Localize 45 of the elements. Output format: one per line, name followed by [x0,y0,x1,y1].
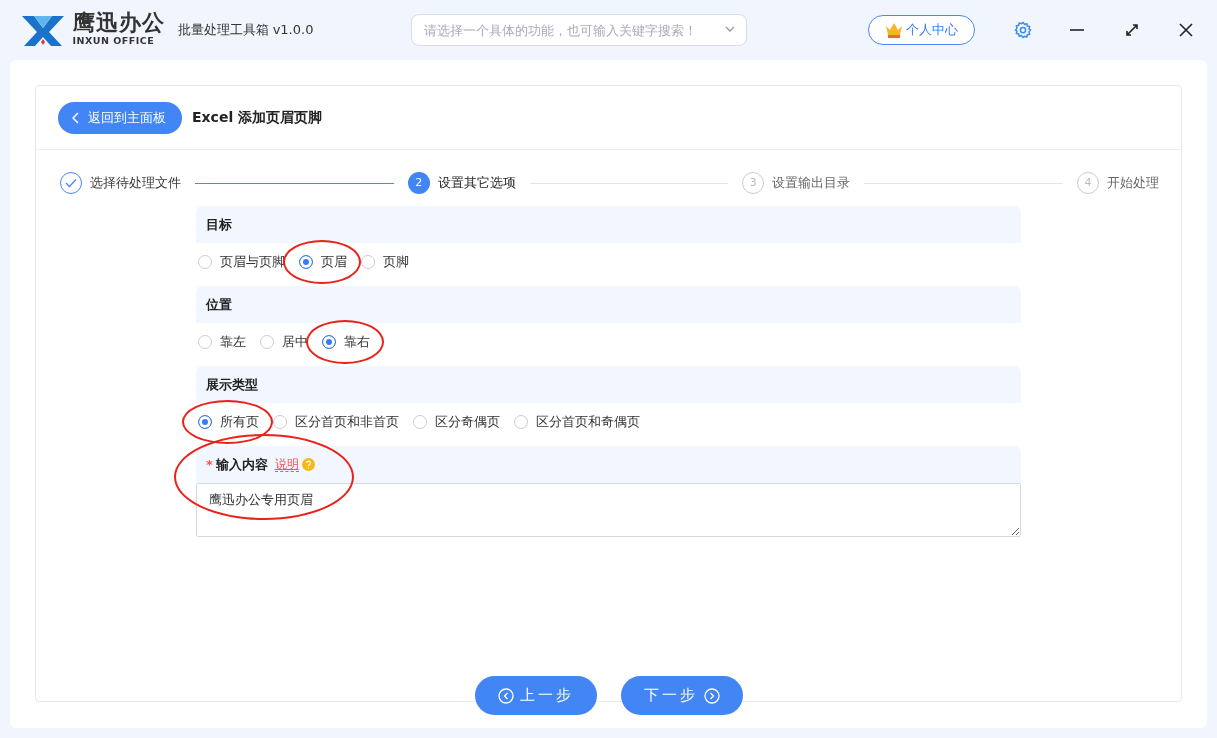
crown-icon [884,22,903,38]
radio-button[interactable] [260,335,274,349]
section-title: 输入内容 [216,455,269,474]
radio-option[interactable]: 页眉与页脚 [198,252,285,272]
app-title: 批量处理工具箱 v1.0.0 [177,21,314,40]
previous-step-button[interactable]: 上一步 [474,676,597,715]
next-step-button[interactable]: 下一步 [620,676,743,715]
brand-subtitle: INXUN OFFICE [72,34,156,48]
step-label: 开始处理 [1107,174,1159,193]
chevron-left-icon [72,111,80,124]
radio-button[interactable] [273,415,287,429]
step-label: 选择待处理文件 [90,174,181,193]
circle-chevron-left-icon [497,687,514,704]
radio-button[interactable] [413,415,427,429]
section-title: 目标 [206,215,232,234]
radio-button[interactable] [361,255,375,269]
step-number: 2 [407,172,430,194]
required-asterisk: * [206,455,213,474]
user-center-button[interactable]: 个人中心 [867,15,975,45]
brand-name: 鹰迅办公 [72,11,165,34]
radio-button[interactable] [299,255,313,269]
radio-option[interactable]: 靠右 [322,332,370,352]
step-label: 设置其它选项 [437,174,516,193]
radio-option[interactable]: 页眉 [299,252,347,272]
section-title: 位置 [206,295,232,314]
text-input-field[interactable]: 鹰迅办公专用页眉 [196,483,1021,537]
page-title: Excel 添加页眉页脚 [192,108,323,127]
radio-option[interactable]: 页脚 [361,252,409,272]
step-label: 设置输出目录 [772,174,851,193]
radio-button[interactable] [198,335,212,349]
radio-option[interactable]: 区分奇偶页 [413,412,500,432]
help-icon [301,458,315,471]
radio-button[interactable] [322,335,336,349]
radio-option[interactable]: 区分首页和非首页 [273,412,399,432]
circle-chevron-right-icon [703,687,720,704]
radio-option[interactable]: 靠左 [198,332,246,352]
radio-button[interactable] [198,415,212,429]
radio-button[interactable] [514,415,528,429]
section-title: 展示类型 [206,375,258,394]
chevron-down-icon [725,26,736,33]
radio-option[interactable]: 居中 [260,332,308,352]
back-button[interactable]: 返回到主面板 [58,101,182,134]
radio-button[interactable] [198,255,212,269]
radio-option[interactable]: 区分首页和奇偶页 [514,412,640,432]
radio-option[interactable]: 所有页 [198,412,259,432]
